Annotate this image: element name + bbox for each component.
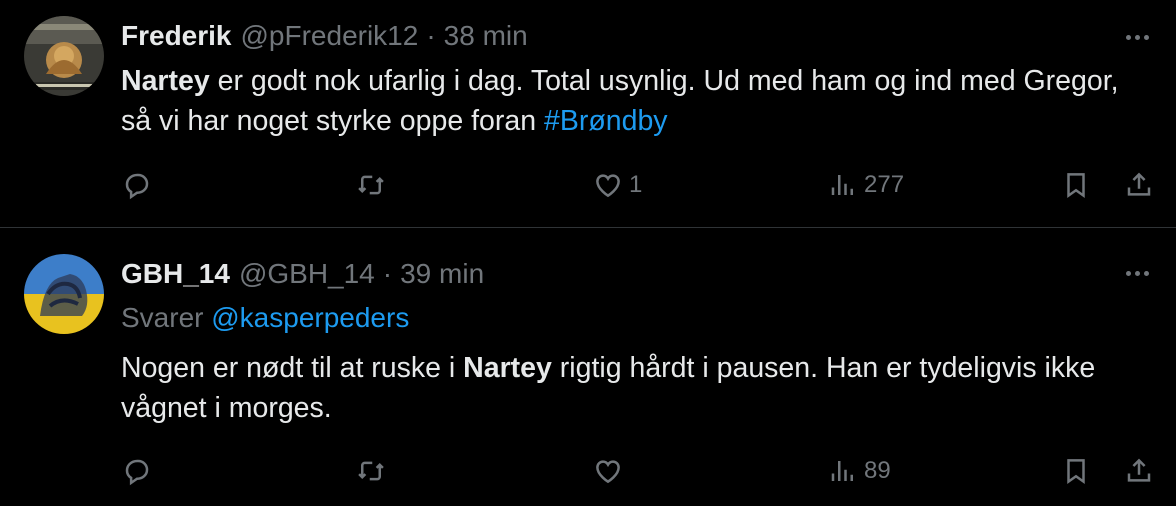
user-handle[interactable]: @GBH_14 bbox=[239, 258, 375, 290]
reply-button[interactable] bbox=[122, 165, 158, 205]
tweet[interactable]: GBH_14 @GBH_14 · 39 min Svarer @kasperpe… bbox=[0, 228, 1176, 506]
tweet-text: Nogen er nødt til at ruske i Nartey rigt… bbox=[121, 348, 1131, 428]
avatar-image bbox=[24, 254, 104, 334]
timestamp[interactable]: 39 min bbox=[400, 258, 484, 290]
text-body: Nogen er nødt til at ruske i bbox=[121, 352, 464, 384]
avatar[interactable] bbox=[24, 254, 104, 334]
like-button[interactable]: 1 bbox=[593, 165, 642, 205]
tweet-header: Frederik @pFrederik12 · 38 min bbox=[121, 16, 528, 56]
retweet-button[interactable] bbox=[356, 451, 392, 491]
user-handle[interactable]: @pFrederik12 bbox=[241, 20, 419, 52]
hashtag-link[interactable]: #Brøndby bbox=[544, 105, 668, 137]
like-count: 1 bbox=[629, 171, 643, 198]
bookmark-icon bbox=[1067, 173, 1085, 199]
views-button[interactable]: 89 bbox=[828, 451, 891, 491]
timestamp[interactable]: 38 min bbox=[444, 20, 528, 52]
retweet-button[interactable] bbox=[356, 165, 392, 205]
share-icon bbox=[1127, 172, 1151, 196]
bookmark-icon bbox=[1067, 459, 1085, 485]
like-icon bbox=[596, 460, 620, 484]
reply-icon bbox=[125, 173, 149, 200]
action-bar: 89 bbox=[0, 451, 1176, 491]
avatar-image bbox=[24, 16, 104, 96]
share-icon bbox=[1127, 458, 1151, 482]
tweet[interactable]: Frederik @pFrederik12 · 38 min Nartey er… bbox=[0, 0, 1176, 228]
separator: · bbox=[426, 20, 436, 51]
more-icon[interactable] bbox=[1120, 256, 1154, 290]
like-button[interactable] bbox=[593, 451, 629, 491]
tweet-header: GBH_14 @GBH_14 · 39 min bbox=[121, 254, 484, 294]
share-button[interactable] bbox=[1124, 165, 1154, 205]
avatar[interactable] bbox=[24, 16, 104, 96]
bold-mention: Nartey bbox=[463, 352, 552, 384]
separator: · bbox=[382, 258, 393, 289]
view-count: 277 bbox=[864, 171, 905, 198]
action-bar: 1 277 bbox=[0, 165, 1176, 205]
view-count: 89 bbox=[864, 457, 891, 484]
views-icon bbox=[831, 175, 853, 195]
views-icon bbox=[831, 461, 853, 481]
share-button[interactable] bbox=[1124, 451, 1154, 491]
retweet-icon bbox=[358, 461, 384, 481]
tweet-text: Nartey er godt nok ufarlig i dag. Total … bbox=[121, 61, 1131, 141]
more-icon[interactable] bbox=[1120, 20, 1154, 54]
reply-icon bbox=[125, 459, 149, 486]
bookmark-button[interactable] bbox=[1061, 165, 1091, 205]
reply-button[interactable] bbox=[122, 451, 158, 491]
mention-link[interactable]: @kasperpeders bbox=[211, 302, 409, 333]
views-button[interactable]: 277 bbox=[828, 165, 904, 205]
like-icon bbox=[596, 174, 620, 198]
retweet-icon bbox=[358, 175, 384, 195]
bookmark-button[interactable] bbox=[1061, 451, 1091, 491]
replying-label: Svarer bbox=[121, 302, 212, 333]
tweet-feed: Frederik @pFrederik12 · 38 min Nartey er… bbox=[0, 0, 1176, 506]
display-name[interactable]: GBH_14 bbox=[121, 258, 230, 290]
display-name[interactable]: Frederik bbox=[121, 20, 232, 52]
bold-mention: Nartey bbox=[121, 65, 210, 97]
replying-to: Svarer @kasperpeders bbox=[121, 302, 409, 334]
